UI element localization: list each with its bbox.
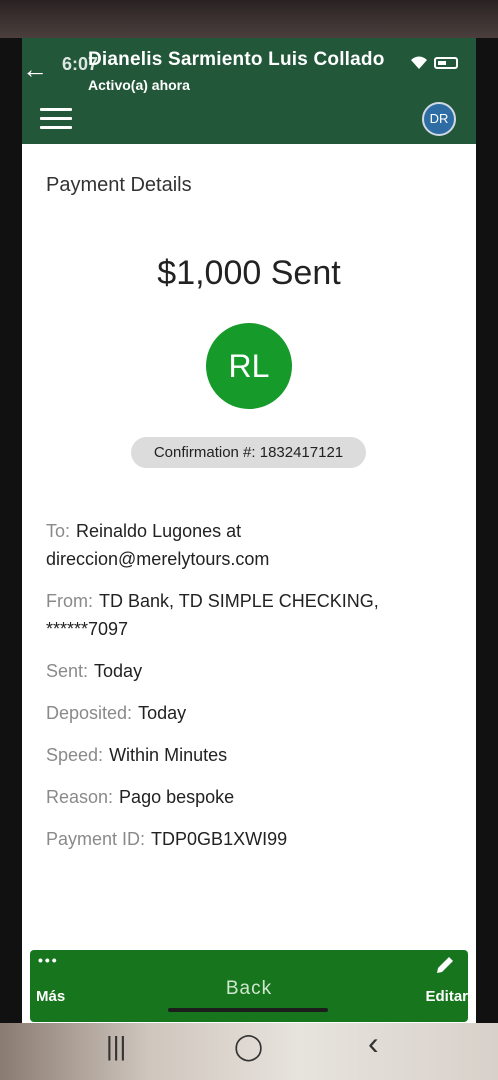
- edit-button[interactable]: Editar: [425, 988, 468, 1005]
- battery-icon: [434, 57, 458, 69]
- detail-row-from: From: TD Bank, TD SIMPLE CHECKING, ******…: [46, 587, 456, 643]
- detail-row-payment-id: Payment ID: TDP0GB1XWI99: [46, 825, 456, 853]
- detail-row-deposited: Deposited: Today: [46, 699, 456, 727]
- photo-background-top: [0, 0, 498, 38]
- contact-name[interactable]: Dianelis Sarmiento Luis Collado: [88, 49, 385, 71]
- screen: ← 6:07 Dianelis Sarmiento Luis Collado A…: [22, 38, 476, 1023]
- status-icons: [410, 56, 458, 70]
- detail-value: Today: [94, 661, 143, 681]
- detail-row-to: To: Reinaldo Lugones at direccion@merelyt…: [46, 517, 456, 573]
- page-title: Payment Details: [46, 174, 192, 196]
- hamburger-menu-icon[interactable]: [40, 108, 72, 129]
- detail-value: Today: [138, 703, 187, 723]
- detail-value: Within Minutes: [109, 745, 228, 765]
- device-bezel-right: [476, 38, 498, 1023]
- android-nav-bar: ||| ◯ ‹: [0, 1023, 498, 1080]
- nav-back-button[interactable]: ‹: [368, 1025, 379, 1062]
- recents-button[interactable]: |||: [106, 1031, 126, 1062]
- detail-label: Deposited:: [46, 703, 133, 723]
- detail-value: TD Bank, TD SIMPLE CHECKING, ******7097: [46, 591, 379, 639]
- confirmation-badge: Confirmation #: 1832417121: [131, 437, 366, 468]
- detail-label: From:: [46, 591, 93, 611]
- gesture-handle: [168, 1008, 328, 1012]
- detail-label: Sent:: [46, 661, 89, 681]
- chat-action-bar: ••• Más Back Editar: [30, 950, 468, 1022]
- chat-header: ← 6:07 Dianelis Sarmiento Luis Collado A…: [22, 38, 476, 144]
- detail-row-reason: Reason: Pago bespoke: [46, 783, 456, 811]
- contact-status: Activo(a) ahora: [88, 77, 190, 93]
- detail-value: Reinaldo Lugones at direccion@merelytour…: [46, 521, 270, 569]
- wifi-icon: [411, 56, 427, 69]
- details-list: To: Reinaldo Lugones at direccion@merelyt…: [46, 517, 456, 867]
- detail-label: Reason:: [46, 787, 114, 807]
- back-button[interactable]: Back: [30, 978, 468, 1000]
- detail-label: Speed:: [46, 745, 104, 765]
- recipient-avatar: RL: [206, 323, 292, 409]
- more-dots-icon[interactable]: •••: [38, 952, 59, 968]
- pencil-icon[interactable]: [434, 954, 456, 976]
- detail-label: To:: [46, 521, 71, 541]
- detail-row-sent: Sent: Today: [46, 657, 456, 685]
- device-bezel-left: [0, 38, 22, 1023]
- detail-value: Pago bespoke: [119, 787, 235, 807]
- detail-label: Payment ID:: [46, 829, 146, 849]
- detail-row-speed: Speed: Within Minutes: [46, 741, 456, 769]
- home-button[interactable]: ◯: [234, 1031, 263, 1062]
- amount-sent: $1,000 Sent: [157, 254, 341, 292]
- detail-value: TDP0GB1XWI99: [151, 829, 288, 849]
- user-avatar[interactable]: DR: [422, 102, 456, 136]
- back-arrow-icon[interactable]: ←: [22, 54, 48, 84]
